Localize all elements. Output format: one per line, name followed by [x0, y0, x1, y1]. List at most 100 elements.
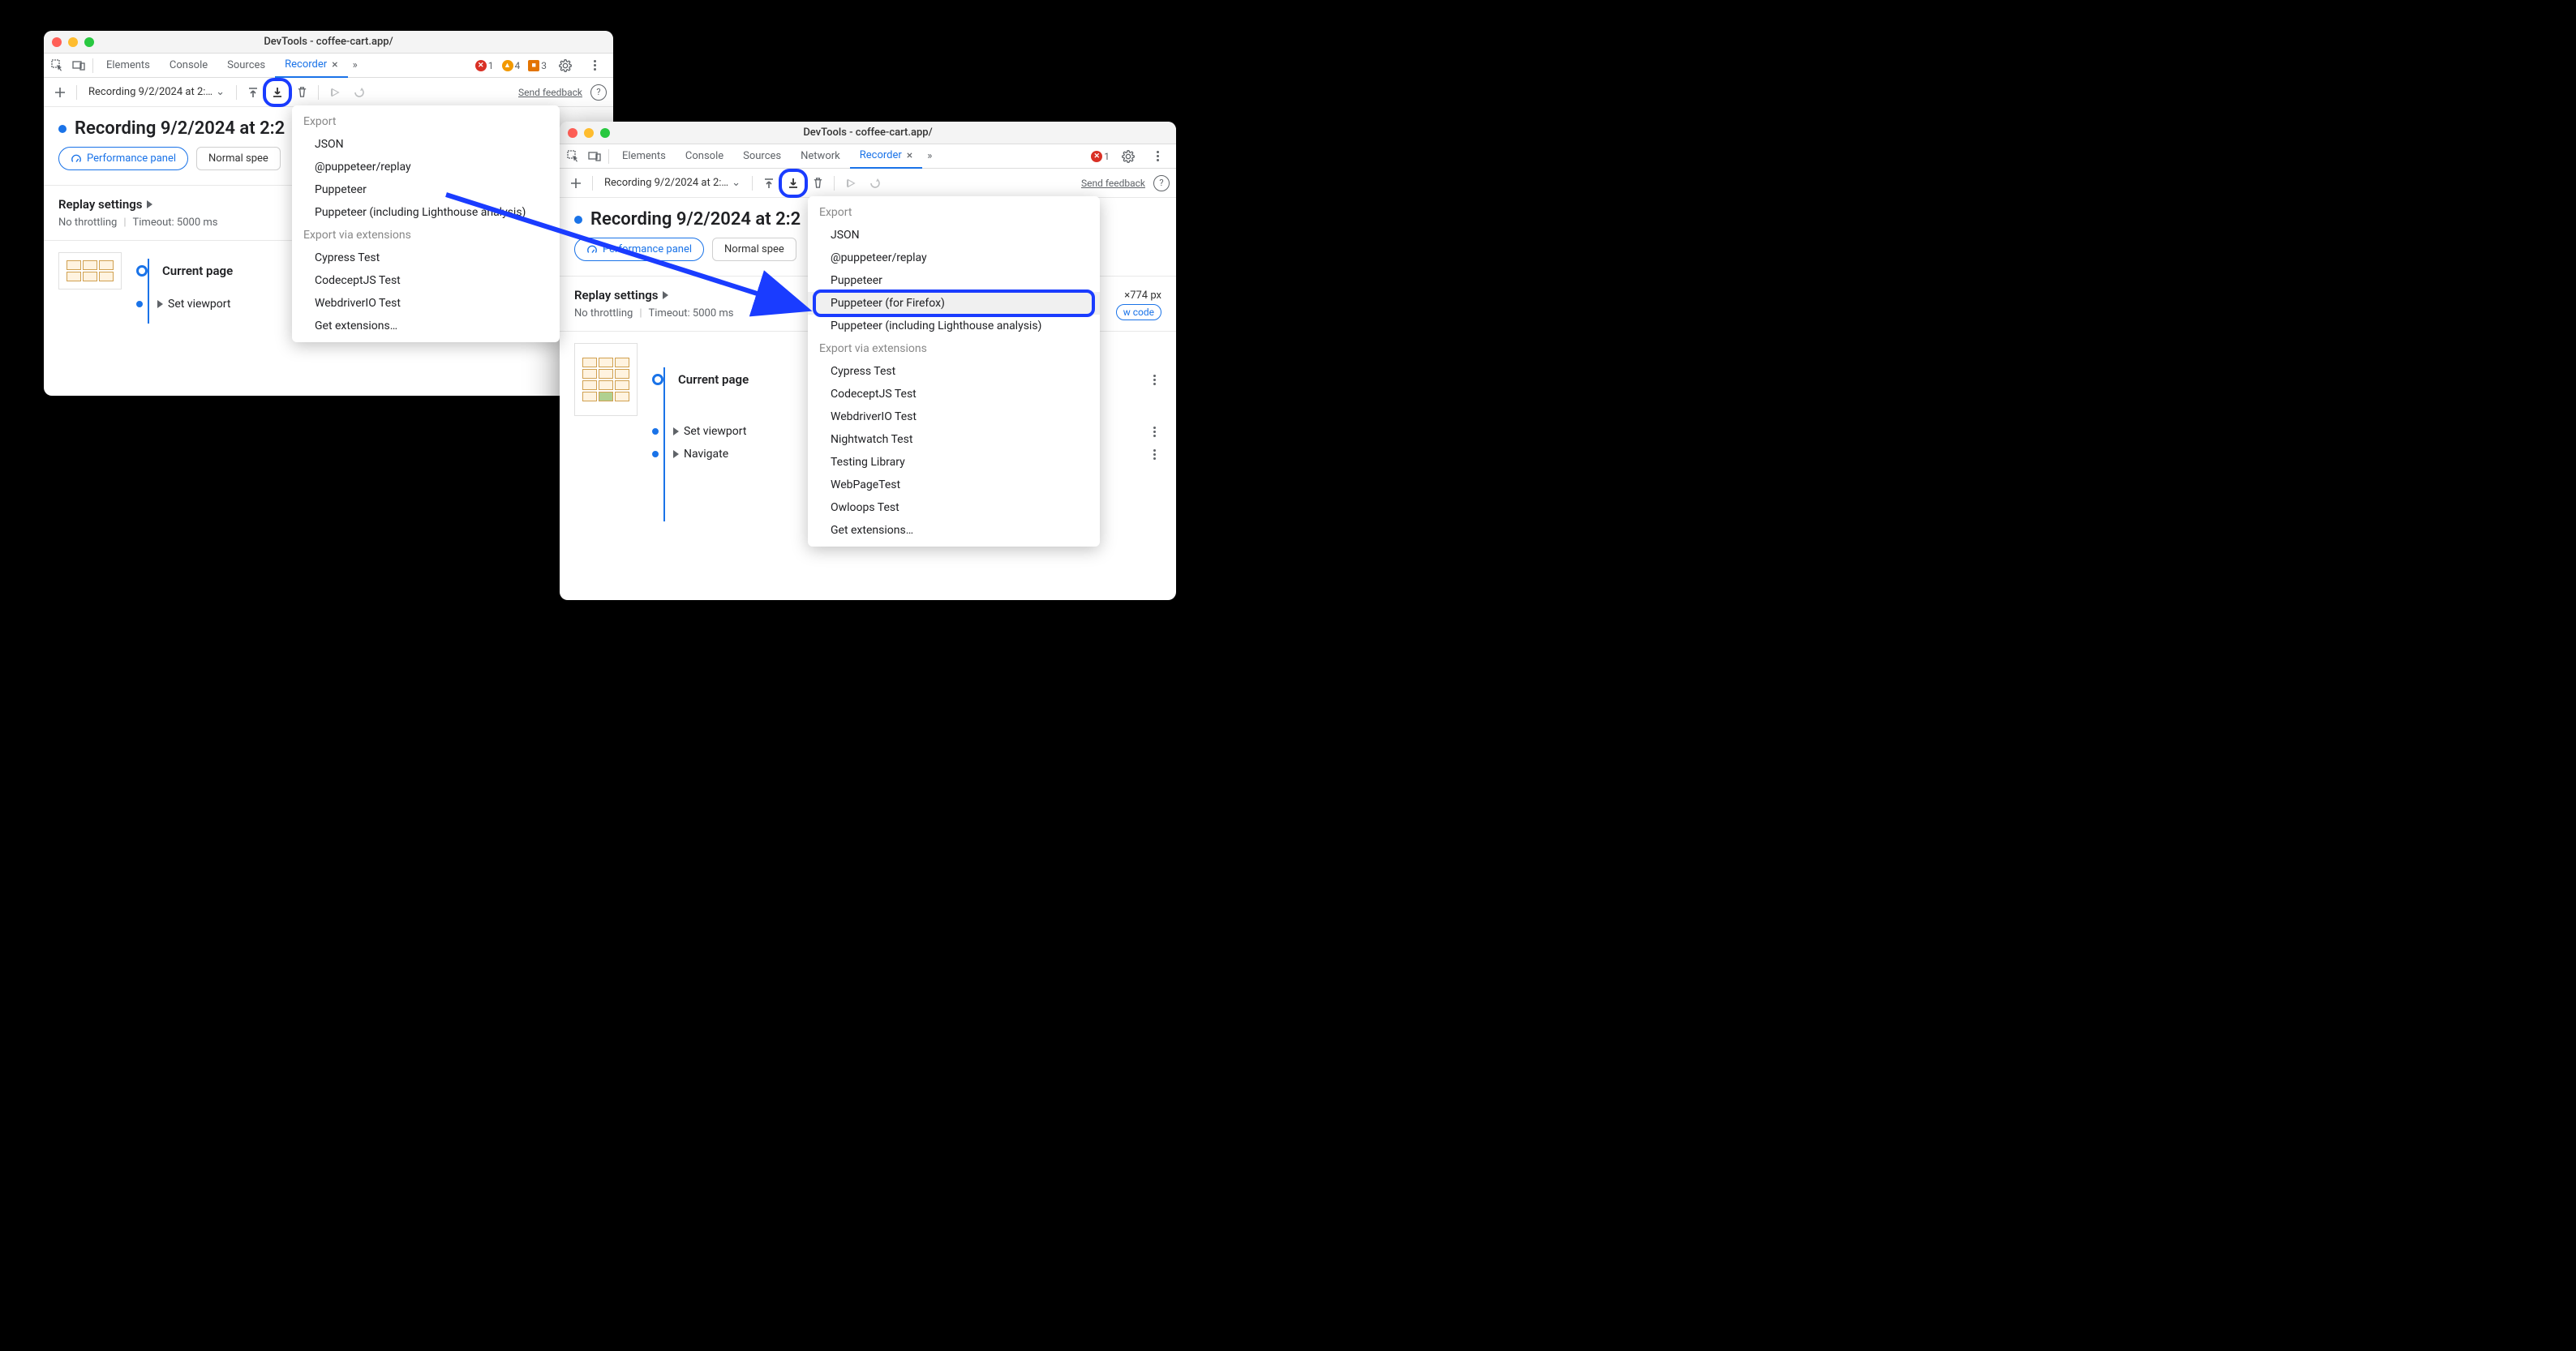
gauge-icon [71, 153, 82, 165]
timeline-dot-icon [136, 301, 143, 307]
more-tabs-icon[interactable]: » [348, 59, 363, 71]
export-icon[interactable] [784, 174, 803, 193]
export-json[interactable]: JSON [292, 133, 560, 156]
export-webdriverio[interactable]: WebdriverIO Test [292, 292, 560, 315]
step-thumbnail [574, 343, 638, 416]
step-icon[interactable] [865, 174, 885, 193]
export-menu[interactable]: Export JSON @puppeteer/replay Puppeteer … [808, 196, 1100, 547]
tab-elements[interactable]: Elements [97, 54, 160, 78]
send-feedback-link[interactable]: Send feedback [1081, 178, 1145, 189]
performance-panel-button[interactable]: Performance panel [58, 147, 188, 170]
step-set-viewport[interactable]: Set viewport [157, 298, 230, 311]
close-tab-icon[interactable]: × [907, 149, 912, 162]
replay-icon[interactable] [325, 83, 345, 102]
step-menu-icon[interactable] [1147, 447, 1161, 461]
recording-indicator-icon [58, 125, 67, 133]
chevron-down-icon: ⌄ [732, 177, 741, 189]
performance-panel-button[interactable]: Performance panel [574, 238, 704, 261]
export-puppeteer-lighthouse[interactable]: Puppeteer (including Lighthouse analysis… [292, 201, 560, 224]
kebab-menu-icon[interactable] [1147, 146, 1168, 167]
new-recording-icon[interactable] [50, 83, 70, 102]
export-puppeteer[interactable]: Puppeteer [292, 178, 560, 201]
timeline-dot-icon [136, 265, 148, 277]
import-icon[interactable] [243, 83, 263, 102]
export-ext-header: Export via extensions [808, 337, 1100, 360]
kebab-menu-icon[interactable] [584, 55, 605, 76]
export-puppeteer-lighthouse[interactable]: Puppeteer (including Lighthouse analysis… [808, 315, 1100, 337]
send-feedback-link[interactable]: Send feedback [518, 87, 582, 98]
window-titlebar: DevTools - coffee-cart.app/ [44, 31, 613, 54]
recording-title: Recording 9/2/2024 at 2:2 [75, 118, 285, 139]
step-current-page[interactable]: Current page [162, 264, 233, 278]
export-get-extensions[interactable]: Get extensions… [292, 315, 560, 337]
export-menu-header: Export [808, 201, 1100, 224]
device-toolbar-icon[interactable] [584, 146, 605, 167]
close-tab-icon[interactable]: × [332, 58, 337, 71]
delete-icon[interactable] [808, 174, 827, 193]
export-json[interactable]: JSON [808, 224, 1100, 247]
export-puppeteer-replay[interactable]: @puppeteer/replay [292, 156, 560, 178]
export-cypress[interactable]: Cypress Test [808, 360, 1100, 383]
recording-select[interactable]: Recording 9/2/2024 at 2:… ⌄ [84, 86, 230, 98]
export-icon[interactable] [268, 83, 287, 102]
help-icon[interactable]: ? [590, 84, 607, 101]
speed-select[interactable]: Normal spee [196, 147, 281, 170]
warning-count-badge[interactable]: ▲4 [502, 60, 521, 71]
export-webpagetest[interactable]: WebPageTest [808, 474, 1100, 496]
export-puppeteer-firefox[interactable]: Puppeteer (for Firefox) [808, 292, 1100, 315]
step-icon[interactable] [350, 83, 369, 102]
devtools-tabbar: Elements Console Sources Network Recorde… [560, 144, 1176, 169]
tab-recorder[interactable]: Recorder × [850, 144, 923, 169]
tab-sources[interactable]: Sources [733, 144, 791, 169]
tab-elements[interactable]: Elements [612, 144, 676, 169]
export-cypress[interactable]: Cypress Test [292, 247, 560, 269]
delete-icon[interactable] [292, 83, 311, 102]
recorder-toolbar: Recording 9/2/2024 at 2:… ⌄ Send feedbac… [44, 78, 613, 107]
settings-gear-icon[interactable] [555, 55, 576, 76]
tab-recorder-label: Recorder [860, 149, 902, 161]
recording-select-label: Recording 9/2/2024 at 2:… [88, 86, 213, 98]
export-codecept[interactable]: CodeceptJS Test [292, 269, 560, 292]
new-recording-icon[interactable] [566, 174, 586, 193]
export-get-extensions[interactable]: Get extensions… [808, 519, 1100, 542]
export-puppeteer[interactable]: Puppeteer [808, 269, 1100, 292]
chevron-down-icon: ⌄ [216, 86, 225, 98]
show-code-button[interactable]: w code [1116, 304, 1161, 320]
replay-settings-header[interactable]: Replay settings [574, 288, 734, 302]
error-count-badge[interactable]: ✕1 [475, 60, 494, 71]
step-navigate[interactable]: Navigate [673, 448, 728, 461]
inspect-icon[interactable] [47, 55, 68, 76]
recording-select[interactable]: Recording 9/2/2024 at 2:… ⌄ [599, 177, 745, 189]
expand-icon [663, 291, 668, 299]
tab-console[interactable]: Console [676, 144, 733, 169]
speed-select[interactable]: Normal spee [712, 238, 796, 261]
export-owloops[interactable]: Owloops Test [808, 496, 1100, 519]
import-icon[interactable] [759, 174, 779, 193]
inspect-icon[interactable] [563, 146, 584, 167]
expand-icon [673, 450, 679, 458]
export-codecept[interactable]: CodeceptJS Test [808, 383, 1100, 405]
devtools-tabbar: Elements Console Sources Recorder × » ✕1… [44, 54, 613, 78]
tab-network[interactable]: Network [791, 144, 850, 169]
device-toolbar-icon[interactable] [68, 55, 89, 76]
settings-gear-icon[interactable] [1118, 146, 1139, 167]
export-webdriverio[interactable]: WebdriverIO Test [808, 405, 1100, 428]
export-puppeteer-replay[interactable]: @puppeteer/replay [808, 247, 1100, 269]
tab-console[interactable]: Console [160, 54, 217, 78]
replay-icon[interactable] [841, 174, 861, 193]
tab-sources[interactable]: Sources [217, 54, 275, 78]
error-count-badge[interactable]: ✕1 [1091, 151, 1110, 162]
step-menu-icon[interactable] [1147, 424, 1161, 439]
issues-count-badge[interactable]: ■3 [528, 60, 547, 71]
export-nightwatch[interactable]: Nightwatch Test [808, 428, 1100, 451]
help-icon[interactable]: ? [1153, 175, 1170, 191]
tab-recorder[interactable]: Recorder × [275, 54, 348, 78]
step-set-viewport[interactable]: Set viewport [673, 425, 746, 438]
expand-icon [157, 300, 163, 308]
step-current-page[interactable]: Current page [678, 372, 749, 387]
window-title: DevTools - coffee-cart.app/ [560, 127, 1176, 139]
export-testing-library[interactable]: Testing Library [808, 451, 1100, 474]
step-menu-icon[interactable] [1147, 372, 1161, 387]
more-tabs-icon[interactable]: » [922, 150, 937, 162]
export-menu[interactable]: Export JSON @puppeteer/replay Puppeteer … [292, 105, 560, 342]
